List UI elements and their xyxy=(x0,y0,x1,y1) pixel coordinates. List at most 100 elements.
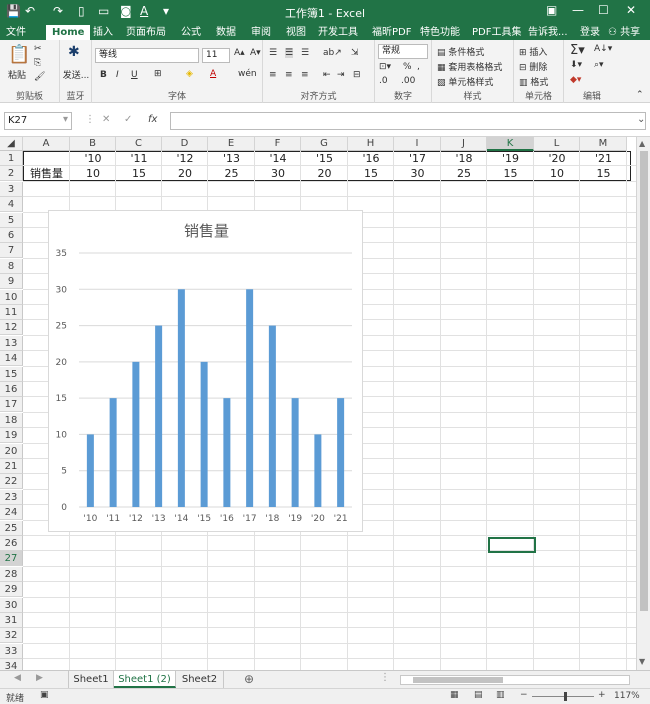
name-box[interactable]: K27 xyxy=(4,112,72,130)
column-header-g[interactable]: G xyxy=(301,137,348,151)
row-header-25[interactable]: 25 xyxy=(0,520,23,536)
fill-color-icon[interactable]: ◈ xyxy=(186,69,193,79)
zoom-slider-thumb[interactable] xyxy=(564,692,567,701)
cell-f1[interactable]: '14 xyxy=(255,151,301,166)
phonetic-icon[interactable]: wén xyxy=(238,69,257,79)
bar-5[interactable] xyxy=(200,361,208,507)
row-header-26[interactable]: 26 xyxy=(0,536,23,551)
row-header-10[interactable]: 10 xyxy=(0,289,23,305)
cell-i2[interactable]: 30 xyxy=(394,166,441,181)
cell-d1[interactable]: '12 xyxy=(162,151,208,166)
row-header-22[interactable]: 22 xyxy=(0,474,23,490)
align-bottom-icon[interactable]: ☰ xyxy=(301,48,309,58)
row-header-28[interactable]: 28 xyxy=(0,566,23,582)
border-icon[interactable]: ⊞ xyxy=(154,69,162,79)
comma-icon[interactable]: , xyxy=(417,62,420,72)
row-header-21[interactable]: 21 xyxy=(0,459,23,474)
table-format-button[interactable]: ▦ 套用表格格式 xyxy=(437,60,502,73)
column-header-c[interactable]: C xyxy=(116,137,162,151)
cell-l1[interactable]: '20 xyxy=(534,151,580,166)
cell-h1[interactable]: '16 xyxy=(348,151,394,166)
row-header-34[interactable]: 34 xyxy=(0,659,23,670)
percent-icon[interactable]: % xyxy=(403,62,412,72)
clear-icon[interactable]: ◆▾ xyxy=(570,75,581,85)
bar-8[interactable] xyxy=(268,325,276,507)
column-header-i[interactable]: I xyxy=(394,137,441,151)
sales-chart[interactable]: 销售量 0 5 10 15 20 25 30 35'10'11'12'13'14'15'16 '… xyxy=(48,210,363,532)
tab-10[interactable]: 特色功能 xyxy=(420,25,460,40)
cell-e2[interactable]: 25 xyxy=(208,166,255,181)
decrease-decimal-icon[interactable]: .00 xyxy=(401,76,415,86)
cell-b2[interactable]: 10 xyxy=(70,166,116,181)
currency-icon[interactable]: ⊡▾ xyxy=(379,62,391,72)
enter-icon[interactable]: ✓ xyxy=(124,114,132,125)
bar-3[interactable] xyxy=(155,325,163,507)
bold-button[interactable]: B xyxy=(100,70,107,80)
cell-style-button[interactable]: ▧ 单元格样式 xyxy=(437,75,493,88)
cell-k2[interactable]: 15 xyxy=(487,166,534,181)
tab-9[interactable]: 福昕PDF xyxy=(372,25,411,40)
copy-icon[interactable]: ⎘ xyxy=(34,58,41,68)
tab-2[interactable]: 插入 xyxy=(93,25,113,40)
cut-icon[interactable]: ✂ xyxy=(34,44,42,54)
cancel-icon[interactable]: ✕ xyxy=(102,114,110,125)
cell-j1[interactable]: '18 xyxy=(441,151,487,166)
italic-button[interactable]: I xyxy=(116,70,119,80)
tab-0[interactable]: 文件 xyxy=(6,25,26,40)
bar-2[interactable] xyxy=(132,361,140,507)
column-header-k[interactable]: K xyxy=(487,137,534,151)
cell-b1[interactable]: '10 xyxy=(70,151,116,166)
row-header-33[interactable]: 33 xyxy=(0,643,23,659)
ribbon-options-icon[interactable]: ▣ xyxy=(546,3,557,17)
column-header-m[interactable]: M xyxy=(580,137,627,151)
fill-icon[interactable]: ⬇▾ xyxy=(570,60,582,70)
column-header-j[interactable]: J xyxy=(441,137,487,151)
column-header-b[interactable]: B xyxy=(70,137,116,151)
zoom-slider[interactable] xyxy=(532,696,594,697)
page-break-view-icon[interactable]: ▥ xyxy=(496,690,505,700)
horizontal-scroll-thumb[interactable] xyxy=(413,677,503,683)
tab-3[interactable]: 页面布局 xyxy=(126,25,166,40)
paste-icon[interactable]: 📋 xyxy=(8,44,30,65)
cell-f2[interactable]: 30 xyxy=(255,166,301,181)
cell-e1[interactable]: '13 xyxy=(208,151,255,166)
selected-cell-k27[interactable] xyxy=(488,537,536,553)
shrink-font-icon[interactable]: A▾ xyxy=(250,48,261,58)
wrap-text-icon[interactable]: ⇲ xyxy=(351,48,359,58)
indent-decrease-icon[interactable]: ⇤ xyxy=(323,70,331,80)
align-right-icon[interactable]: ≡ xyxy=(301,70,309,80)
row-header-7[interactable]: 7 xyxy=(0,243,23,259)
autosum-icon[interactable]: Σ▾ xyxy=(570,43,585,58)
cell-m2[interactable]: 15 xyxy=(580,166,627,181)
number-format-select[interactable]: 常规 xyxy=(378,44,428,59)
tab-5[interactable]: 数据 xyxy=(216,25,236,40)
vertical-scrollbar[interactable]: ▲ ▼ xyxy=(636,137,650,670)
row-header-32[interactable]: 32 xyxy=(0,628,23,644)
column-header-e[interactable]: E xyxy=(208,137,255,151)
row-header-4[interactable]: 4 xyxy=(0,197,23,213)
row-header-18[interactable]: 18 xyxy=(0,412,23,428)
formula-input[interactable] xyxy=(170,112,646,130)
insert-cells-button[interactable]: ⊞ 插入 xyxy=(519,45,547,58)
tab-split-icon[interactable]: ⋮ xyxy=(380,672,390,683)
cell-a1[interactable] xyxy=(23,151,70,166)
name-box-dropdown-icon[interactable]: ▾ xyxy=(63,114,68,125)
merge-cells-icon[interactable]: ⊟ xyxy=(353,70,361,80)
row-header-14[interactable]: 14 xyxy=(0,351,23,367)
cell-c1[interactable]: '11 xyxy=(116,151,162,166)
cell-a2[interactable]: 销售量 xyxy=(23,166,70,181)
next-sheet-icon[interactable]: ▶ xyxy=(36,673,43,683)
macro-record-icon[interactable]: ▣ xyxy=(40,690,49,700)
grow-font-icon[interactable]: A▴ xyxy=(234,48,245,58)
cell-m1[interactable]: '21 xyxy=(580,151,627,166)
column-header-l[interactable]: L xyxy=(534,137,580,151)
tab-1[interactable]: Home xyxy=(46,25,91,40)
horizontal-scrollbar[interactable] xyxy=(400,675,630,685)
tab-7[interactable]: 视图 xyxy=(286,25,306,40)
row-header-13[interactable]: 13 xyxy=(0,335,23,351)
bar-6[interactable] xyxy=(223,398,231,507)
indent-increase-icon[interactable]: ⇥ xyxy=(337,70,345,80)
column-header-f[interactable]: F xyxy=(255,137,301,151)
orientation-icon[interactable]: ab↗ xyxy=(323,48,342,58)
increase-decimal-icon[interactable]: .0 xyxy=(379,76,388,86)
